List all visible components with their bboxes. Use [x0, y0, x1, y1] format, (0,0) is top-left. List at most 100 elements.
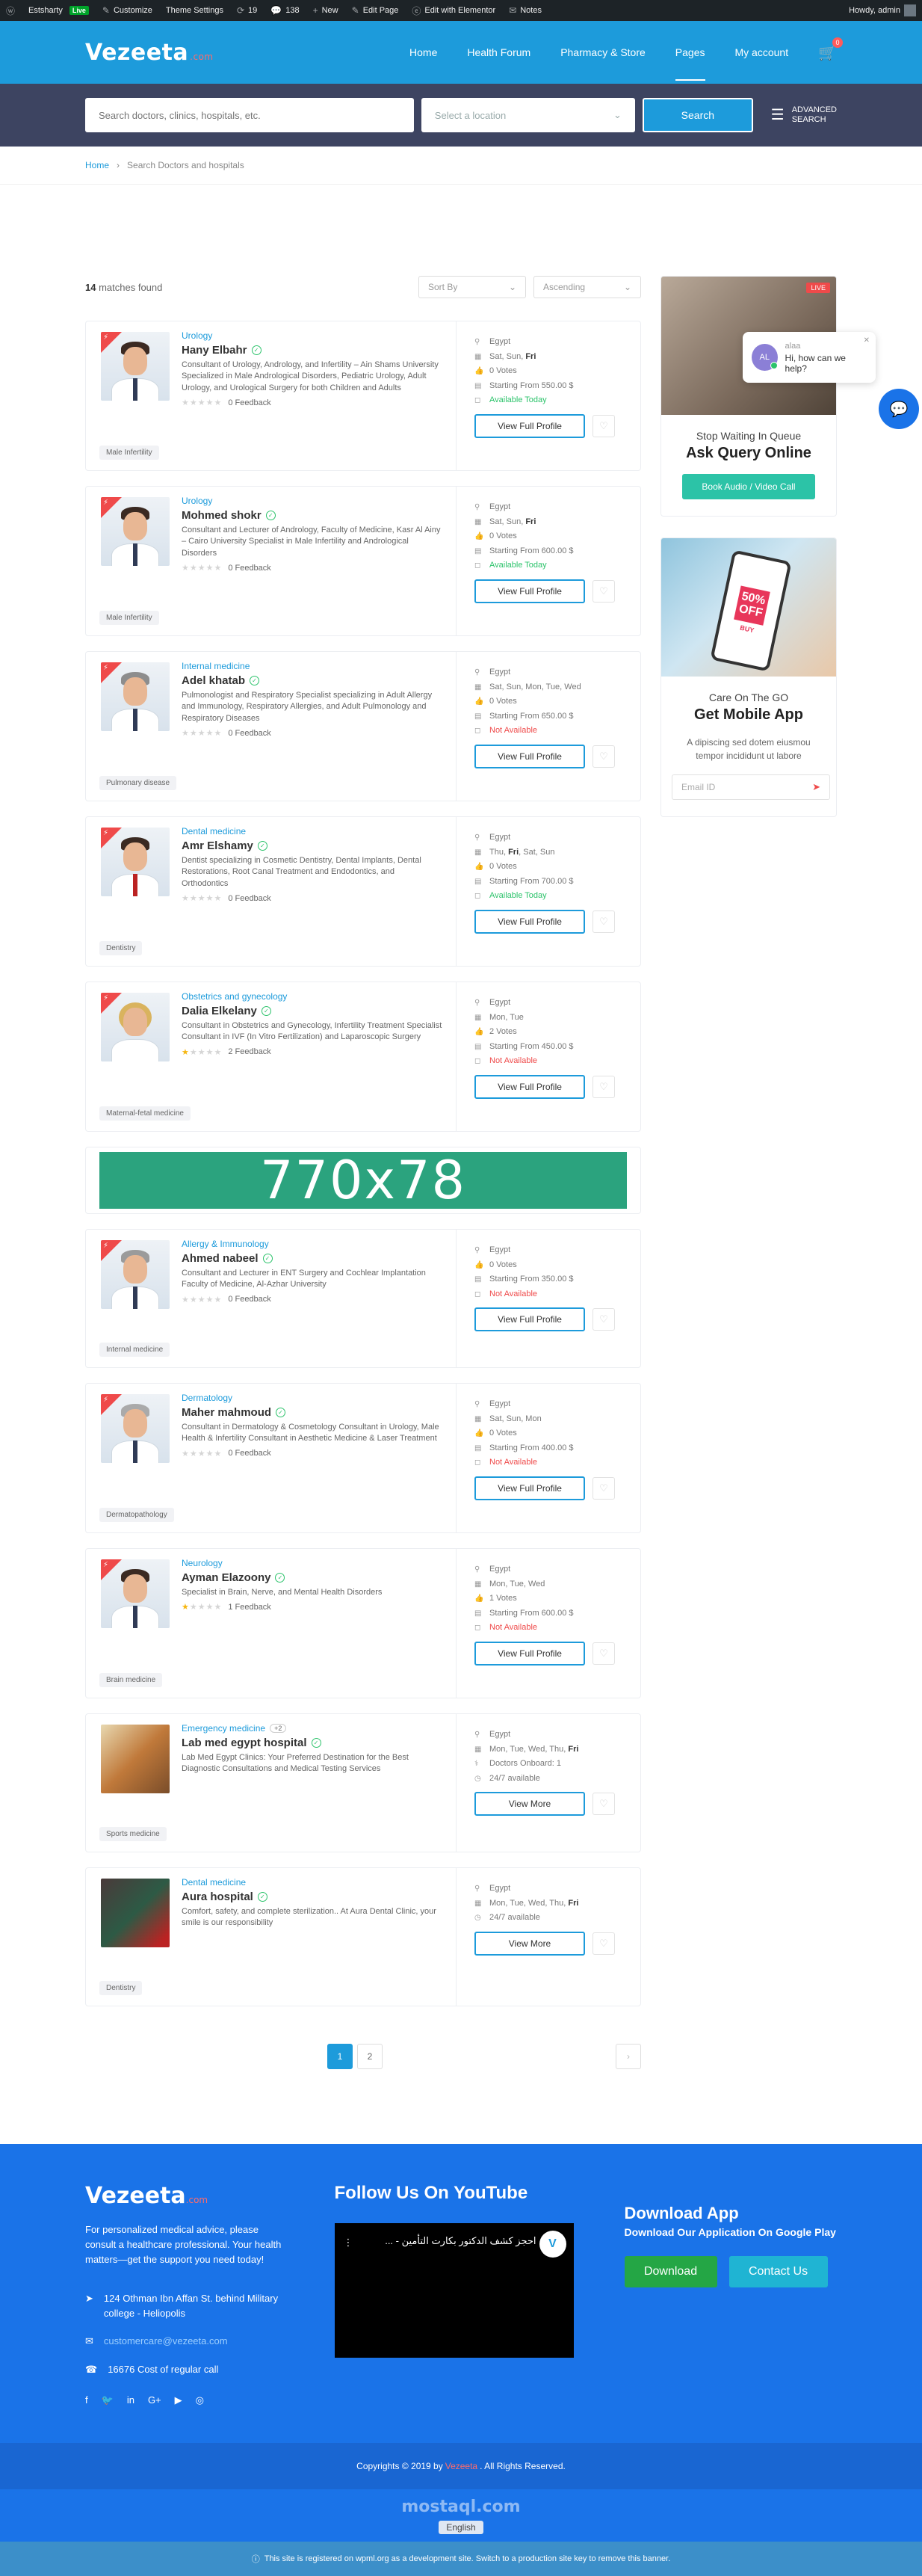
doctor-specialty[interactable]: Dermatology — [182, 1393, 442, 1403]
view-profile-button[interactable]: View Full Profile — [474, 1641, 585, 1666]
heart-icon[interactable]: ♡ — [593, 1308, 615, 1331]
view-profile-button[interactable]: View Full Profile — [474, 1074, 585, 1099]
ad-banner[interactable]: 770x78 — [99, 1150, 627, 1211]
order-select[interactable]: Ascending ⌄ — [533, 276, 641, 298]
nav-health-forum[interactable]: Health Forum — [467, 46, 530, 58]
updates-link[interactable]: ⟳ 19 — [237, 5, 257, 16]
heart-icon[interactable]: ♡ — [593, 1642, 615, 1665]
doctor-specialty[interactable]: Urology — [182, 330, 442, 341]
subspecialty-tag[interactable]: Male Infertility — [99, 446, 159, 460]
doctor-name[interactable]: Amr Elshamy — [182, 839, 253, 852]
email-field[interactable]: Email ID ➤ — [672, 774, 830, 800]
view-profile-button[interactable]: View Full Profile — [474, 1476, 585, 1500]
page-2-button[interactable]: 2 — [357, 2044, 383, 2069]
doctor-specialty[interactable]: Allergy & Immunology — [182, 1239, 442, 1249]
subspecialty-tag[interactable]: Pulmonary disease — [99, 776, 177, 790]
wp-logo-icon[interactable]: ⓦ — [6, 4, 15, 17]
doctor-photo[interactable]: ⚡ — [101, 662, 170, 731]
email-link[interactable]: customercare@vezeeta.com — [104, 2334, 228, 2349]
copyright-brand-link[interactable]: Vezeeta — [445, 2461, 477, 2471]
chat-launcher-icon[interactable]: 💬 — [879, 389, 919, 429]
doctor-name[interactable]: Ahmed nabeel — [182, 1252, 259, 1265]
hospital-specialty[interactable]: Emergency medicine — [182, 1723, 265, 1734]
linkedin-icon[interactable]: in — [127, 2394, 134, 2406]
doctor-name[interactable]: Adel khatab — [182, 674, 245, 687]
doctor-name[interactable]: Maher mahmoud — [182, 1406, 271, 1419]
doctor-photo[interactable]: ⚡ — [101, 1559, 170, 1628]
hospital-photo[interactable] — [101, 1725, 170, 1793]
subspecialty-tag[interactable]: Brain medicine — [99, 1673, 163, 1687]
nav-home[interactable]: Home — [409, 46, 437, 58]
hospital-name[interactable]: Aura hospital — [182, 1891, 253, 1903]
doctor-name[interactable]: Ayman Elazoony — [182, 1571, 270, 1584]
my-account-link[interactable]: Howdy, admin — [849, 4, 916, 16]
doctor-photo[interactable]: ⚡ — [101, 497, 170, 566]
heart-icon[interactable]: ♡ — [593, 1932, 615, 1955]
heart-icon[interactable]: ♡ — [593, 1793, 615, 1815]
customize-link[interactable]: ✎ Customize — [102, 5, 152, 16]
search-button[interactable]: Search — [642, 98, 753, 132]
doctor-photo[interactable]: ⚡ — [101, 993, 170, 1061]
hospital-photo[interactable] — [101, 1879, 170, 1947]
site-logo[interactable]: Vezeeta .com — [85, 40, 214, 66]
site-name-link[interactable]: Estsharty Live — [28, 6, 89, 15]
nav-pharmacy-store[interactable]: Pharmacy & Store — [560, 46, 646, 58]
advanced-search-link[interactable]: ☰ ADVANCED SEARCH — [771, 105, 837, 125]
notes-link[interactable]: ✉ Notes — [509, 5, 542, 16]
hospital-specialty[interactable]: Dental medicine — [182, 1877, 442, 1888]
subspecialty-tag[interactable]: Sports medicine — [99, 1827, 167, 1841]
edit-page-link[interactable]: ✎ Edit Page — [352, 5, 399, 16]
location-select[interactable]: Select a location ⌄ — [421, 98, 635, 132]
contact-us-button[interactable]: Contact Us — [728, 2256, 828, 2287]
send-icon[interactable]: ➤ — [812, 781, 820, 793]
hospital-name[interactable]: Lab med egypt hospital — [182, 1737, 307, 1749]
youtube-icon[interactable]: ▶ — [175, 2394, 182, 2406]
view-more-button[interactable]: View More — [474, 1792, 585, 1816]
doctor-photo[interactable]: ⚡ — [101, 828, 170, 896]
heart-icon[interactable]: ♡ — [593, 1476, 615, 1500]
new-link[interactable]: + New — [313, 5, 338, 16]
subspecialty-tag[interactable]: Internal medicine — [99, 1343, 170, 1357]
book-call-button[interactable]: Book Audio / Video Call — [682, 474, 815, 499]
doctor-specialty[interactable]: Neurology — [182, 1558, 442, 1568]
cart-icon[interactable]: 🛒 0 — [818, 37, 843, 62]
doctor-photo[interactable]: ⚡ — [101, 1394, 170, 1463]
heart-icon[interactable]: ♡ — [593, 414, 615, 437]
view-profile-button[interactable]: View Full Profile — [474, 413, 585, 438]
nav-pages[interactable]: Pages — [675, 46, 705, 81]
view-more-button[interactable]: View More — [474, 1931, 585, 1956]
doctor-name[interactable]: Mohmed shokr — [182, 509, 262, 522]
doctor-specialty[interactable]: Urology — [182, 496, 442, 506]
youtube-video-embed[interactable]: ⋮ احجز كشف الدكتور بكارت التأمين - ... V — [334, 2223, 574, 2358]
doctor-photo[interactable]: ⚡ — [101, 332, 170, 401]
heart-icon[interactable]: ♡ — [593, 1075, 615, 1098]
chat-popup[interactable]: AL alaa Hi, how can we help? ✕ — [743, 332, 876, 383]
instagram-icon[interactable]: ◎ — [196, 2394, 204, 2406]
breadcrumb-home[interactable]: Home — [85, 160, 109, 170]
sort-by-select[interactable]: Sort By ⌄ — [418, 276, 526, 298]
view-profile-button[interactable]: View Full Profile — [474, 579, 585, 603]
doctor-photo[interactable]: ⚡ — [101, 1240, 170, 1309]
view-profile-button[interactable]: View Full Profile — [474, 1307, 585, 1331]
language-switcher[interactable]: English — [439, 2520, 483, 2534]
google-plus-icon[interactable]: G+ — [148, 2394, 161, 2406]
theme-settings-link[interactable]: Theme Settings — [166, 6, 223, 15]
view-profile-button[interactable]: View Full Profile — [474, 744, 585, 768]
nav-my-account[interactable]: My account — [735, 46, 789, 58]
view-profile-button[interactable]: View Full Profile — [474, 909, 585, 934]
more-specialties-badge[interactable]: +2 — [270, 1724, 287, 1733]
doctor-specialty[interactable]: Internal medicine — [182, 661, 442, 671]
elementor-link[interactable]: ⓔ Edit with Elementor — [412, 4, 495, 17]
close-icon[interactable]: ✕ — [864, 336, 870, 345]
doctor-specialty[interactable]: Dental medicine — [182, 826, 442, 836]
heart-icon[interactable]: ♡ — [593, 579, 615, 603]
subspecialty-tag[interactable]: Male Infertility — [99, 611, 159, 625]
page-1-button[interactable]: 1 — [327, 2044, 353, 2069]
facebook-icon[interactable]: f — [85, 2394, 88, 2406]
doctor-specialty[interactable]: Obstetrics and gynecology — [182, 991, 442, 1002]
doctor-name[interactable]: Hany Elbahr — [182, 344, 247, 357]
twitter-icon[interactable]: 🐦 — [102, 2394, 114, 2406]
search-input[interactable] — [85, 98, 414, 132]
heart-icon[interactable]: ♡ — [593, 910, 615, 933]
comments-link[interactable]: 💬 138 — [270, 5, 299, 16]
